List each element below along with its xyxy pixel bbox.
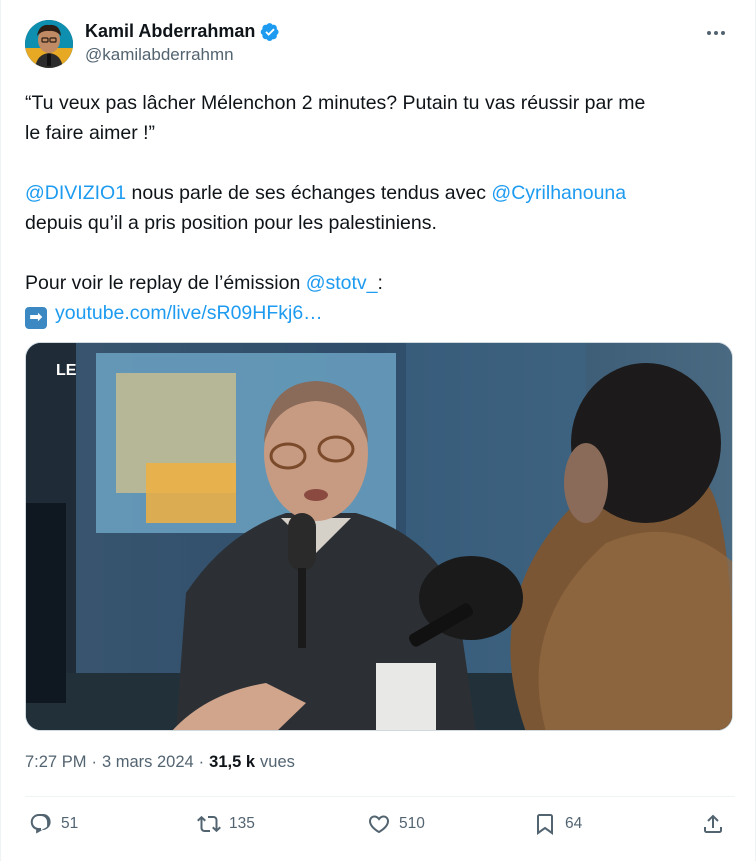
reply-count: 51 <box>61 815 79 832</box>
tweet-text-part: Pour voir le replay de l’émission <box>25 272 306 294</box>
avatar-image <box>25 20 73 68</box>
repost-count: 135 <box>229 815 255 832</box>
tweet-text-part: : <box>377 272 383 294</box>
youtube-link[interactable]: youtube.com/live/sR09HFkj6… <box>55 302 323 324</box>
verified-badge-icon <box>260 22 280 42</box>
more-options-icon[interactable] <box>701 22 731 44</box>
tweet-text-part: depuis qu’il a pris position pour les pa… <box>25 212 437 234</box>
divider <box>25 796 735 797</box>
bookmark-count: 64 <box>565 815 583 832</box>
bookmark-icon <box>537 814 553 835</box>
handle[interactable]: @kamilabderrahmn <box>85 45 280 65</box>
mention-stotv[interactable]: @stotv_ <box>306 272 378 294</box>
right-arrow-icon: ➡ <box>25 307 47 329</box>
mention-cyrilhanouna[interactable]: @Cyrilhanouna <box>491 182 626 204</box>
tweet-text-line1: “Tu veux pas lâcher Mélenchon 2 minutes?… <box>25 92 646 114</box>
like-count: 510 <box>399 815 425 832</box>
tweet-paragraph-1: “Tu veux pas lâcher Mélenchon 2 minutes?… <box>25 88 737 148</box>
repost-icon <box>197 815 221 833</box>
tweet-paragraph-2: @DIVIZIO1 nous parle de ses échanges ten… <box>25 178 737 238</box>
tweet-text-part: nous parle de ses échanges tendus avec <box>126 182 492 204</box>
bookmark-button[interactable]: 64 <box>533 812 582 836</box>
author-names: Kamil Abderrahman @kamilabderrahmn <box>85 21 280 65</box>
like-button[interactable]: 510 <box>367 812 425 836</box>
action-bar: 51 135 510 64 <box>25 808 737 848</box>
media-watermark: LE <box>56 362 77 379</box>
tweet-time[interactable]: 7:27 PM <box>25 753 86 772</box>
reply-button[interactable]: 51 <box>29 812 78 836</box>
repost-button[interactable]: 135 <box>197 812 255 836</box>
mention-divizio1[interactable]: @DIVIZIO1 <box>25 182 126 204</box>
avatar[interactable] <box>25 20 73 68</box>
tweet-header: Kamil Abderrahman @kamilabderrahmn <box>25 16 735 72</box>
meta-separator: · <box>198 753 205 771</box>
tweet-text: “Tu veux pas lâcher Mélenchon 2 minutes?… <box>25 88 737 329</box>
tweet-media-image[interactable]: LE <box>25 342 733 731</box>
display-name[interactable]: Kamil Abderrahman <box>85 21 255 42</box>
tweet-text-line2: le faire aimer !” <box>25 122 156 144</box>
tweet-card: Kamil Abderrahman @kamilabderrahmn “Tu v… <box>0 0 756 861</box>
heart-icon <box>368 815 390 834</box>
views-count: 31,5 k <box>209 753 256 771</box>
share-icon <box>704 814 722 833</box>
display-name-row: Kamil Abderrahman <box>85 21 280 42</box>
tweet-meta: 7:27 PM · 3 mars 2024 · 31,5 k vues <box>25 753 295 772</box>
tweet-paragraph-3: Pour voir le replay de l’émission @stotv… <box>25 268 737 329</box>
media-photo: LE <box>26 343 732 730</box>
tweet-date[interactable]: 3 mars 2024 <box>102 753 194 772</box>
views-label: vues <box>260 753 295 771</box>
reply-icon <box>30 814 51 834</box>
share-button[interactable] <box>701 812 725 836</box>
meta-separator: · <box>91 753 97 771</box>
